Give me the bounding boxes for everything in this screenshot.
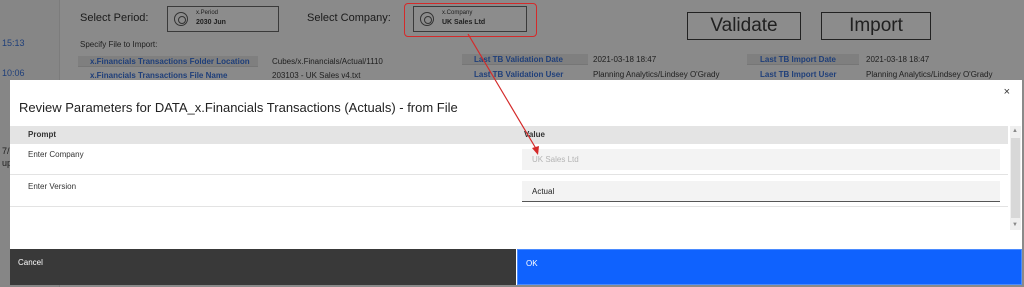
last-import-user-label: Last TB Import User bbox=[760, 70, 837, 79]
table-row: Enter Version Actual bbox=[10, 176, 1008, 207]
scroll-thumb[interactable] bbox=[1011, 138, 1020, 218]
period-dimension-name: x.Period bbox=[196, 10, 219, 16]
time-entry: 15:13 bbox=[2, 38, 25, 48]
grid-scrollbar[interactable]: ▲ ▼ bbox=[1010, 126, 1021, 230]
file-name-value: 203103 - UK Sales v4.txt bbox=[272, 71, 361, 80]
last-import-user-value: Planning Analytics/Lindsey O'Grady bbox=[866, 70, 993, 79]
import-button[interactable]: Import bbox=[821, 12, 931, 40]
select-period-label: Select Period: bbox=[80, 12, 149, 24]
scroll-up-icon[interactable]: ▲ bbox=[1012, 128, 1018, 134]
review-parameters-dialog: Review Parameters for DATA_x.Financials … bbox=[10, 80, 1022, 285]
version-value-field[interactable]: Actual bbox=[522, 181, 1000, 202]
last-import-date-value: 2021-03-18 18:47 bbox=[866, 55, 930, 64]
last-import-date-label: Last TB Import Date bbox=[760, 55, 837, 64]
prompt-column-header: Prompt bbox=[28, 130, 56, 139]
select-company-label: Select Company: bbox=[307, 12, 391, 24]
company-prompt-label: Enter Company bbox=[28, 150, 84, 159]
dialog-footer: Cancel OK bbox=[10, 249, 1022, 285]
dialog-title: Review Parameters for DATA_x.Financials … bbox=[19, 100, 458, 115]
specify-file-label: Specify File to Import: bbox=[80, 40, 158, 49]
company-highlight-box bbox=[404, 3, 537, 37]
period-value: 2030 Jun bbox=[196, 19, 226, 26]
last-validation-date-label: Last TB Validation Date bbox=[474, 55, 563, 64]
cancel-button[interactable]: Cancel bbox=[10, 249, 516, 285]
period-selector[interactable]: x.Period 2030 Jun bbox=[167, 6, 279, 32]
file-name-label: x.Financials Transactions File Name bbox=[90, 71, 228, 80]
last-validation-date-value: 2021-03-18 18:47 bbox=[593, 55, 657, 64]
grid-header: Prompt Value bbox=[10, 126, 1008, 144]
time-entry: 10:06 bbox=[2, 68, 25, 78]
folder-location-value: Cubes/x.Financials/Actual/1110 bbox=[272, 57, 383, 66]
company-value-field: UK Sales Ltd bbox=[522, 149, 1000, 170]
folder-location-label: x.Financials Transactions Folder Locatio… bbox=[90, 57, 250, 66]
table-row: Enter Company UK Sales Ltd bbox=[10, 144, 1008, 175]
scroll-down-icon[interactable]: ▼ bbox=[1012, 222, 1018, 228]
period-dimension-icon bbox=[174, 12, 188, 26]
validate-button[interactable]: Validate bbox=[687, 12, 801, 40]
time-entry: 7/ bbox=[2, 146, 10, 156]
parameters-grid: Prompt Value Enter Company UK Sales Ltd … bbox=[10, 126, 1008, 210]
version-prompt-label: Enter Version bbox=[28, 182, 77, 191]
value-column-header: Value bbox=[524, 130, 545, 139]
ok-button[interactable]: OK bbox=[517, 249, 1022, 285]
last-validation-user-value: Planning Analytics/Lindsey O'Grady bbox=[593, 70, 720, 79]
close-icon[interactable]: × bbox=[1004, 86, 1010, 98]
last-validation-user-label: Last TB Validation User bbox=[474, 70, 564, 79]
